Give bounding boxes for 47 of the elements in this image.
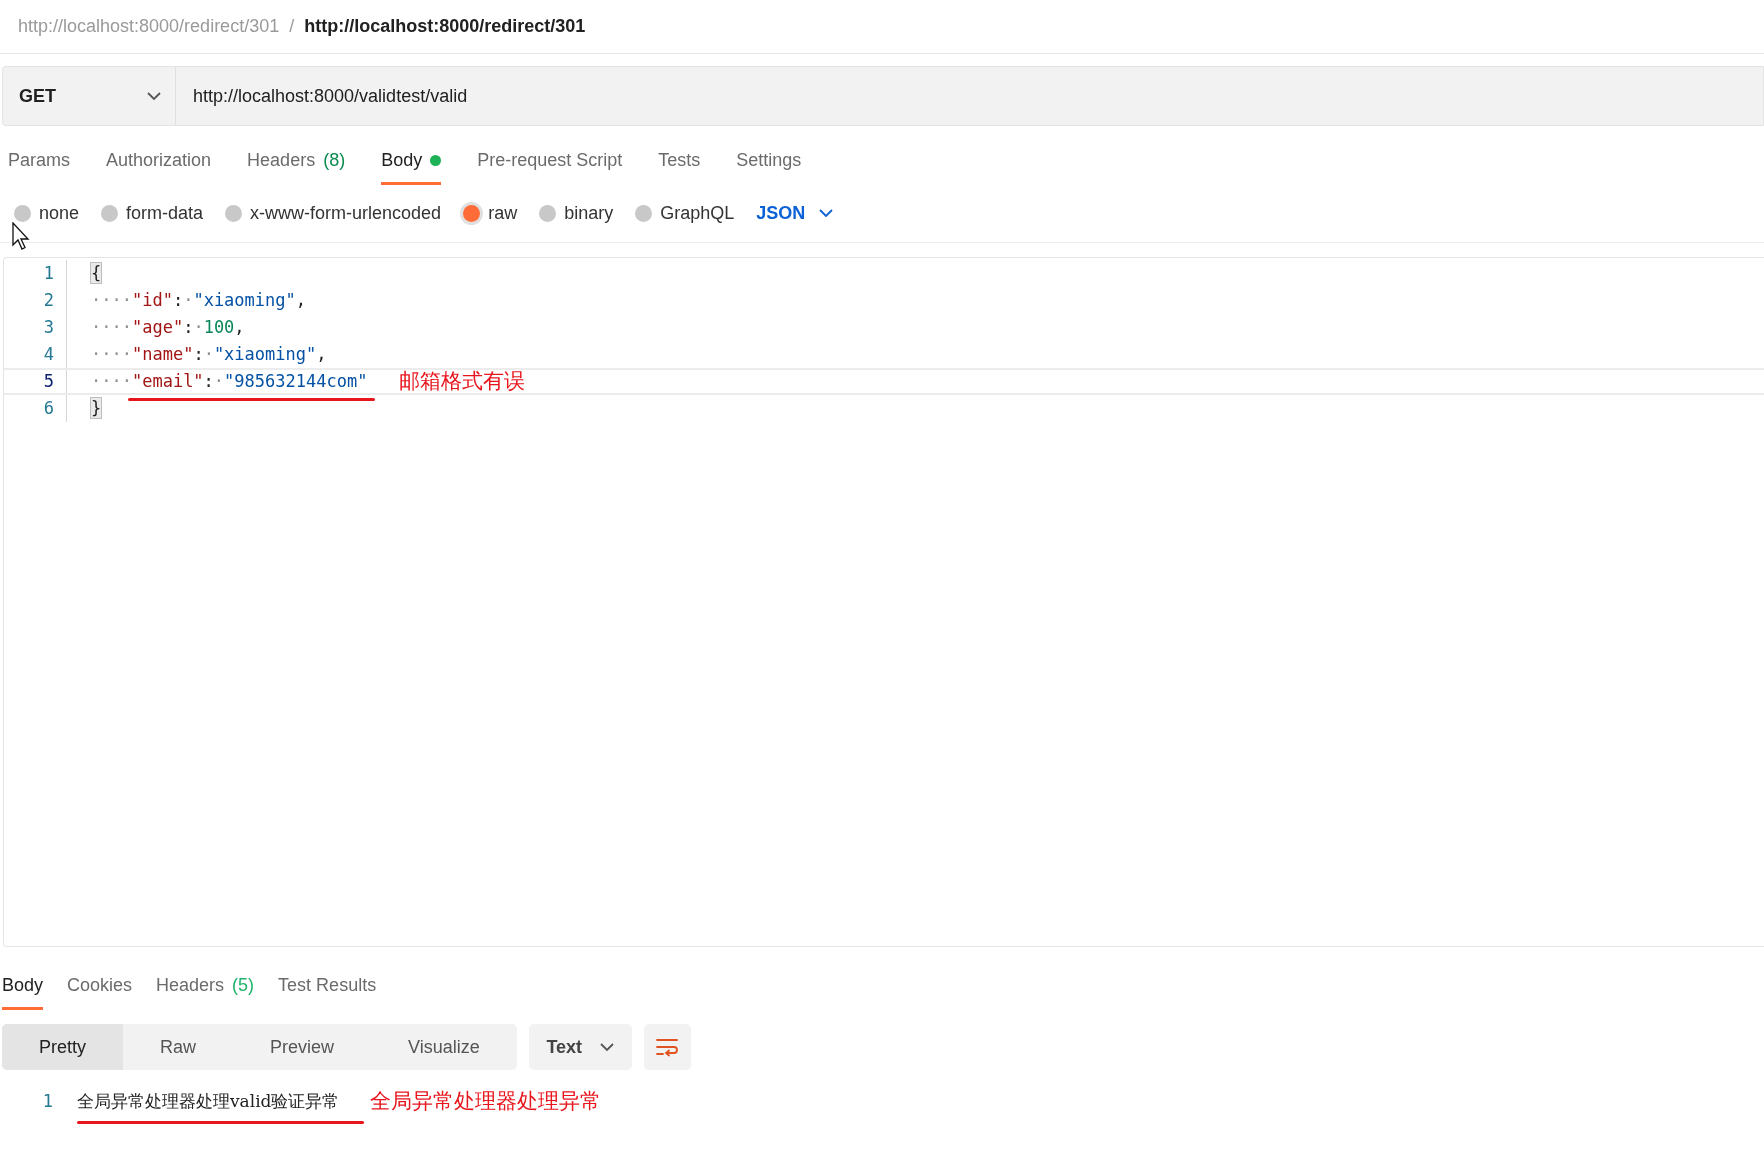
code-line: ····"name":·"xiaoming", <box>91 343 327 364</box>
wrap-lines-button[interactable] <box>643 1024 691 1070</box>
tab[interactable]: Cookies <box>67 963 133 1010</box>
breadcrumb-separator: / <box>289 15 295 38</box>
tab[interactable]: Headers (5) <box>156 963 255 1010</box>
view-mode-tab[interactable]: Pretty <box>2 1024 123 1070</box>
tab[interactable]: Body <box>2 963 44 1010</box>
line-number: 2 <box>42 288 55 312</box>
line-number: 1 <box>42 261 55 285</box>
chevron-down-icon <box>819 209 834 218</box>
line-number: 3 <box>42 315 55 339</box>
tab[interactable]: Headers (8) <box>247 138 346 185</box>
line-number: 1 <box>41 1090 54 1114</box>
format-dropdown[interactable]: Text <box>528 1024 632 1070</box>
view-mode-tab[interactable]: Preview <box>233 1024 372 1070</box>
radio-option[interactable]: x-www-form-urlencoded <box>225 200 442 227</box>
radio-option[interactable]: binary <box>539 200 614 227</box>
breadcrumb-item[interactable]: http://localhost:8000/redirect/301 <box>304 13 586 40</box>
tab[interactable]: Tests <box>658 138 701 185</box>
tab[interactable]: Pre-request Script <box>477 138 623 185</box>
line-number: 5 <box>42 369 55 393</box>
annotation-text: 全局异常处理器处理异常 <box>369 1088 601 1116</box>
radio-option[interactable]: none <box>14 200 80 227</box>
tab[interactable]: Settings <box>736 138 802 185</box>
view-mode-tab[interactable]: Raw <box>123 1024 234 1070</box>
tab[interactable]: Params <box>8 138 70 185</box>
view-mode-tab[interactable]: Visualize <box>371 1024 517 1070</box>
wrap-lines-icon <box>655 1037 680 1057</box>
mouse-pointer-icon <box>12 222 31 250</box>
radio-option[interactable]: form-data <box>101 200 204 227</box>
line-number: 6 <box>42 396 55 420</box>
line-number: 4 <box>42 342 55 366</box>
format-dropdown[interactable]: JSON <box>756 200 834 227</box>
tab[interactable]: Authorization <box>106 138 212 185</box>
url-field[interactable]: http://localhost:8000/validtest/valid <box>176 67 1763 125</box>
code-line: ····"age":·100, <box>91 316 245 337</box>
chevron-down-icon <box>147 91 161 101</box>
tab[interactable]: Body <box>381 138 442 185</box>
method-dropdown[interactable]: GET <box>3 67 176 125</box>
tab[interactable]: Test Results <box>278 963 377 1010</box>
code-line: ····"email":·"985632144com" <box>91 370 368 391</box>
annotation-text: 邮箱格式有误 <box>399 367 526 395</box>
response-text: 全局异常处理器处理valid验证异常 <box>77 1091 340 1112</box>
chevron-down-icon <box>600 1042 615 1052</box>
radio-option[interactable]: raw <box>463 200 518 227</box>
code-line: ····"id":·"xiaoming", <box>91 289 306 310</box>
radio-option[interactable]: GraphQL <box>635 200 735 227</box>
